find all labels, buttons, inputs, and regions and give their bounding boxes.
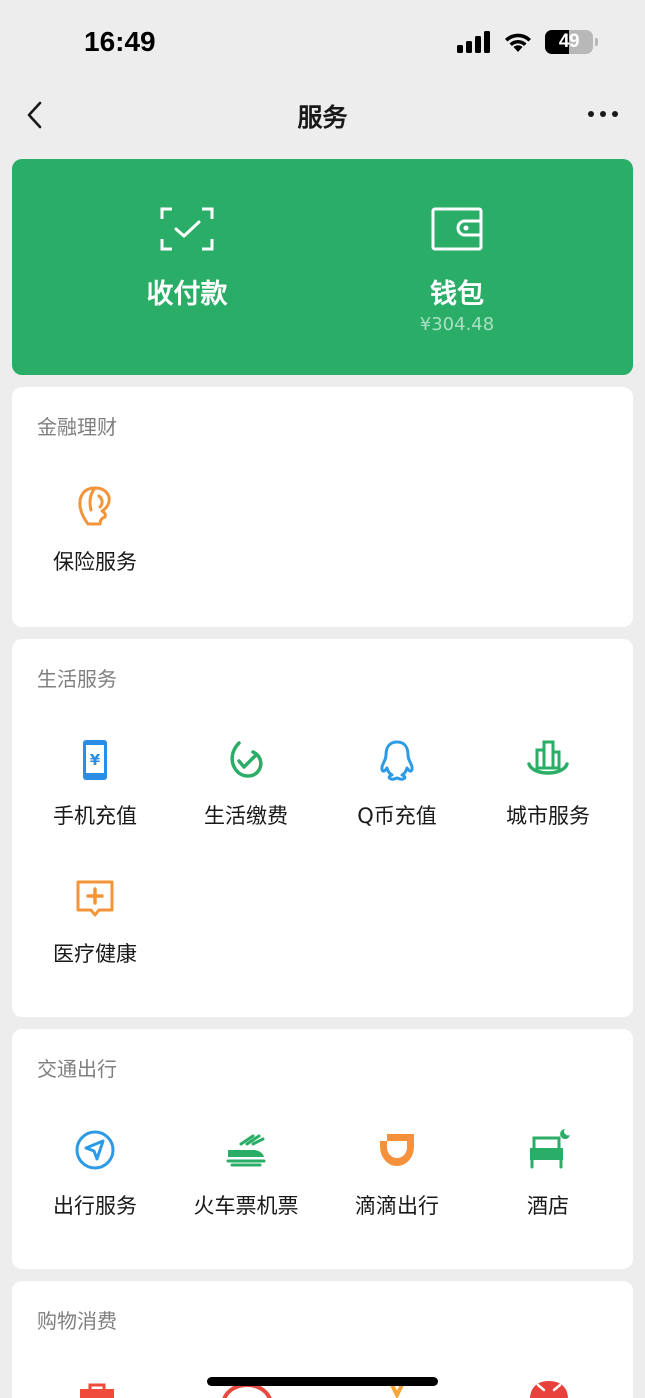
status-bar: 16:49 49 [0, 0, 645, 88]
grid-item-label: 生活缴费 [204, 804, 288, 828]
grid-item-label: 保险服务 [53, 550, 137, 574]
section-title: 生活服务 [37, 667, 117, 691]
grid-item-label: 出行服务 [53, 1194, 137, 1218]
hotel-icon [530, 1129, 570, 1169]
wallet-icon [431, 207, 483, 251]
wallet-button[interactable]: 钱包 ¥304.48 [357, 159, 557, 375]
battery-cap [595, 38, 598, 46]
grid-item-label: 手机充值 [53, 804, 137, 828]
wifi-icon [505, 33, 531, 52]
section-title: 交通出行 [37, 1057, 117, 1081]
status-time: 16:49 [84, 26, 156, 57]
city-service-icon [527, 740, 569, 775]
pay-receive-button[interactable]: 收付款 [87, 159, 287, 375]
section-transport: 交通出行 出行服务 火车票机票 滴滴出行 酒店 [12, 1029, 633, 1269]
utility-payment-icon [230, 741, 263, 778]
navigation-icon [75, 1130, 115, 1170]
scan-pay-icon [160, 207, 214, 251]
signal-icon [457, 31, 490, 53]
grid-item-label: 医疗健康 [53, 942, 137, 966]
train-ticket-icon [226, 1134, 266, 1167]
medical-icon [76, 880, 114, 917]
didi-icon [380, 1134, 414, 1166]
tmall-icon[interactable] [526, 1377, 572, 1398]
nav-bar: 服务 [0, 88, 645, 142]
status-icons: 49 [457, 30, 598, 54]
section-life: 生活服务 ¥ 手机充值 生活缴费 Q币充值 城市服务 医疗健康 [12, 639, 633, 1017]
battery-indicator: 49 [545, 30, 598, 54]
wallet-balance: ¥304.48 [419, 314, 495, 335]
grid-item-label: 酒店 [527, 1194, 569, 1218]
grid-item-label: 城市服务 [506, 804, 590, 828]
section-title: 购物消费 [37, 1309, 117, 1333]
svg-text:¥: ¥ [90, 751, 101, 769]
wallet-label: 钱包 [430, 279, 484, 310]
battery-percent: 49 [558, 31, 580, 52]
grid-item-label: Q币充值 [357, 804, 437, 828]
insurance-icon [78, 486, 111, 526]
section-finance: 金融理财 保险服务 [12, 387, 633, 627]
home-indicator [207, 1377, 438, 1386]
grid-item-label: 火车票机票 [193, 1194, 299, 1218]
page-title: 服务 [297, 103, 348, 132]
qq-coin-icon [380, 740, 414, 781]
phone-recharge-icon: ¥ [83, 740, 107, 780]
pay-label: 收付款 [146, 279, 228, 310]
more-icon[interactable] [587, 106, 619, 126]
grid-item-label: 滴滴出行 [355, 1194, 439, 1218]
shopping-bag-icon[interactable] [78, 1381, 116, 1398]
section-title: 金融理财 [37, 415, 117, 439]
hero-card: 收付款 钱包 ¥304.48 [12, 159, 633, 375]
